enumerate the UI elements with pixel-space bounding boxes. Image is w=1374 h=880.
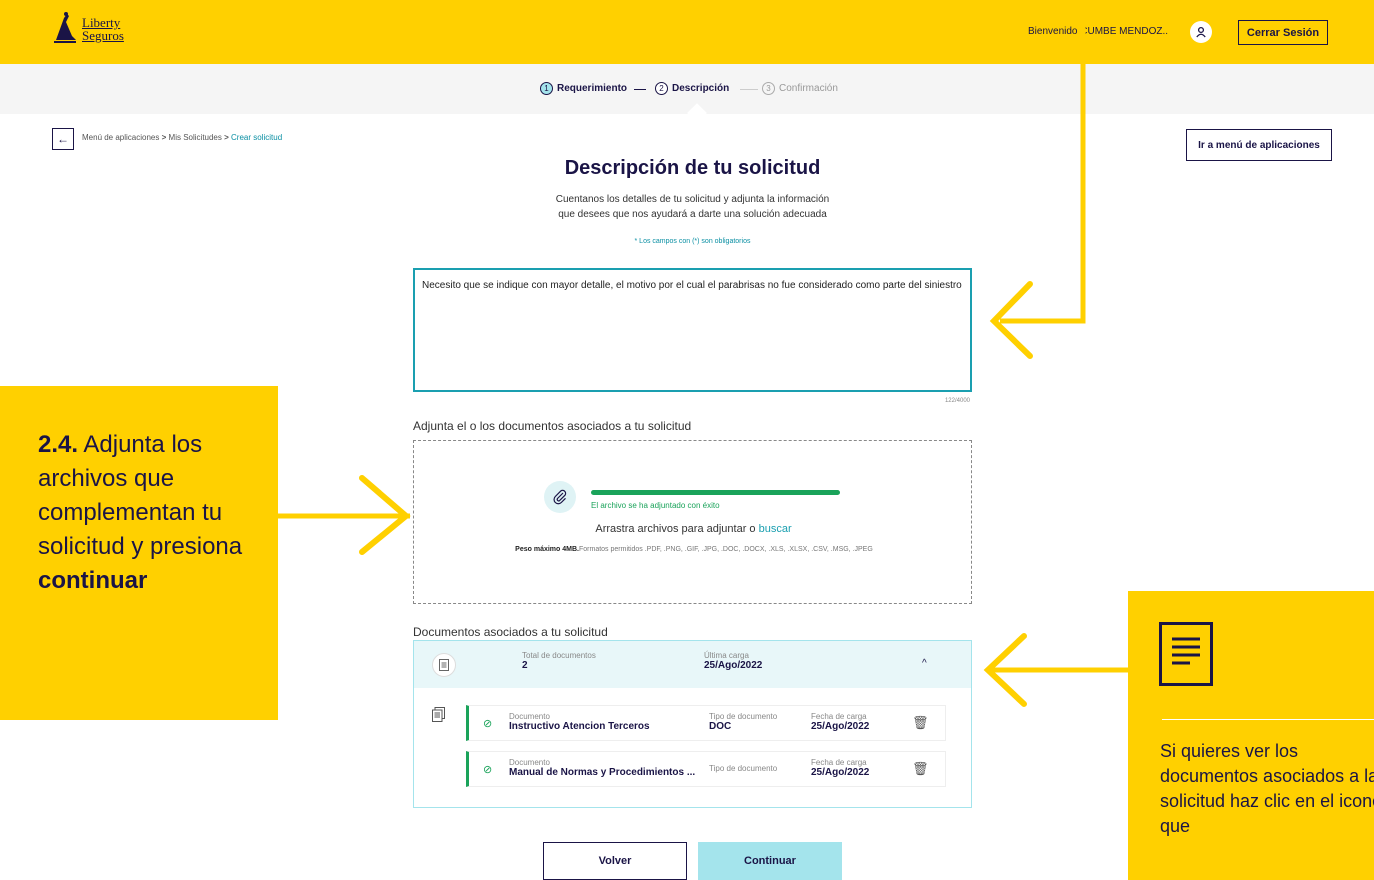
- arrow-description-line: [1000, 0, 1086, 324]
- annotation-arrows: [278, 0, 1128, 707]
